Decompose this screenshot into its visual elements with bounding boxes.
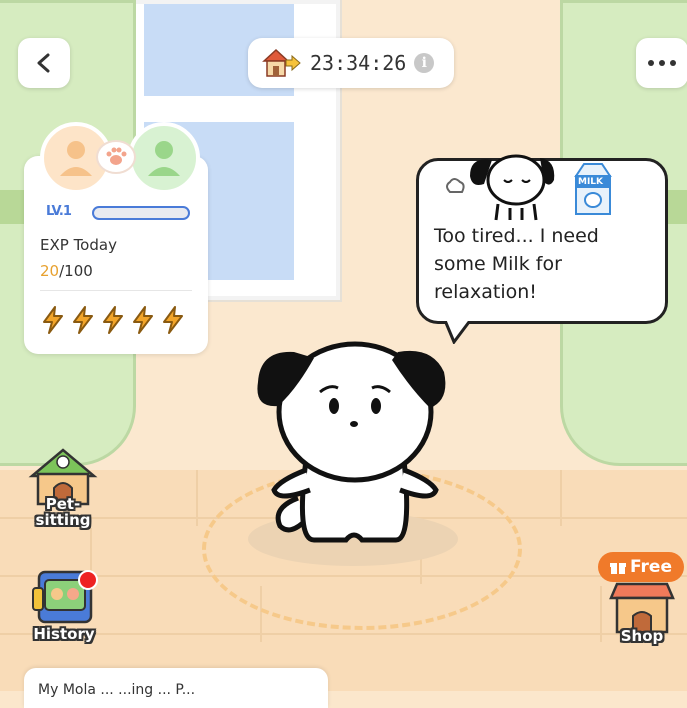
more-button[interactable] — [636, 38, 687, 88]
ellipsis-icon — [648, 60, 676, 66]
info-icon[interactable]: i — [414, 53, 435, 73]
floor-seam — [560, 470, 562, 526]
history-label: History — [33, 625, 95, 643]
card-divider — [40, 290, 192, 291]
energy-bolt-icon — [103, 306, 123, 334]
speech-text: Too tired... I need some Milk for relaxa… — [434, 225, 599, 303]
gift-icon — [610, 563, 627, 574]
dog-pet[interactable] — [250, 330, 460, 550]
floor-seam — [600, 586, 602, 642]
petsitting-button[interactable]: Pet- sitting — [26, 446, 100, 528]
exp-progress-bar — [92, 206, 190, 220]
exp-max: /100 — [59, 262, 93, 280]
shop-button[interactable]: Shop — [604, 580, 680, 644]
house-arrow-icon — [262, 48, 301, 77]
paw-icon — [106, 147, 127, 165]
notification-dot — [78, 570, 98, 590]
energy-bolt-icon — [133, 306, 153, 334]
energy-bolt-icon — [73, 306, 93, 334]
exp-value: 20/100 — [40, 262, 93, 280]
bubble-tail — [442, 318, 476, 344]
exp-title: EXP Today — [40, 236, 117, 254]
exp-current: 20 — [40, 262, 60, 280]
energy-row — [40, 306, 186, 334]
back-button[interactable] — [18, 38, 70, 88]
paw-link — [96, 140, 136, 174]
timer-text: 23:34:26 — [310, 51, 407, 75]
friend-avatar[interactable] — [128, 122, 200, 194]
level-badge: LV.1 — [46, 204, 72, 219]
pet-timer: 23:34:26 i — [248, 38, 454, 88]
energy-bolt-icon — [163, 306, 183, 334]
milk-label: MILK — [578, 177, 604, 187]
chevron-left-icon — [37, 53, 50, 73]
free-label: Free — [630, 557, 672, 577]
thought-dog-icon — [446, 154, 555, 221]
milk-carton-icon: MILK — [568, 162, 618, 216]
bottom-panel-text: My Mola ... ...ing ... P... — [38, 682, 196, 698]
energy-bolt-icon — [43, 306, 63, 334]
floor-seam — [196, 470, 198, 526]
person-icon — [148, 141, 180, 176]
free-badge[interactable]: Free — [598, 552, 684, 582]
